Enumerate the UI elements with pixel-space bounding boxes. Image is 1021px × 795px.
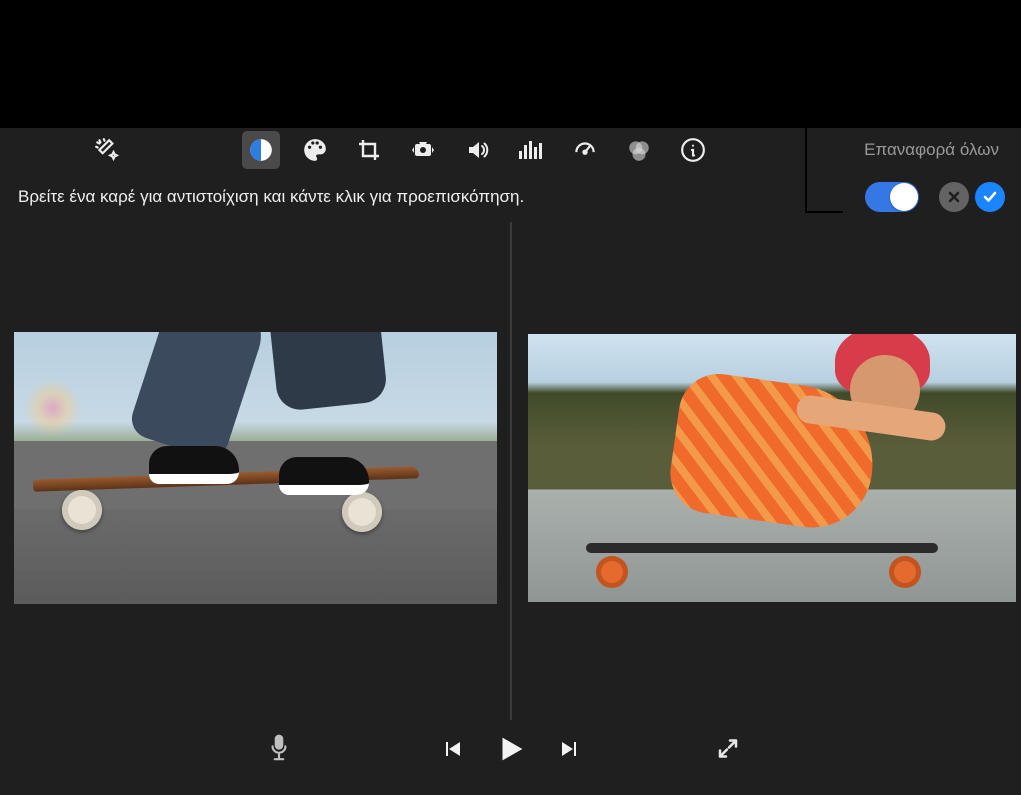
skip-forward-icon	[558, 737, 582, 761]
color-balance-icon	[248, 137, 274, 163]
speed-button[interactable]	[566, 131, 604, 169]
playback-bar	[0, 720, 1021, 782]
preview-split-view	[0, 222, 1021, 720]
confirm-button[interactable]	[975, 182, 1005, 212]
equalizer-icon	[518, 139, 544, 161]
callout-line	[805, 83, 807, 213]
reset-all-button[interactable]: Επαναφορά όλων	[856, 136, 1007, 164]
speed-icon	[572, 137, 598, 163]
preview-right-pane[interactable]	[511, 222, 1021, 720]
filters-icon	[626, 137, 652, 163]
color-balance-button[interactable]	[242, 131, 280, 169]
toolbar-icon-group	[242, 131, 712, 169]
skip-back-icon	[440, 737, 464, 761]
check-icon	[981, 188, 999, 206]
preview-left-pane[interactable]	[0, 222, 511, 720]
magic-wand-button[interactable]	[88, 131, 126, 169]
crop-button[interactable]	[350, 131, 388, 169]
play-button[interactable]	[494, 732, 528, 771]
volume-button[interactable]	[458, 131, 496, 169]
hint-text: Βρείτε ένα καρέ για αντιστοίχιση και κάν…	[18, 187, 524, 207]
volume-icon	[464, 138, 490, 162]
skip-forward-button[interactable]	[558, 737, 582, 766]
equalizer-button[interactable]	[512, 131, 550, 169]
magic-wand-icon	[94, 137, 120, 163]
cancel-button[interactable]	[939, 182, 969, 212]
preview-right-thumbnail	[528, 334, 1017, 602]
filters-button[interactable]	[620, 131, 658, 169]
close-icon	[946, 189, 962, 205]
info-button[interactable]	[674, 131, 712, 169]
crop-icon	[357, 138, 381, 162]
fullscreen-button[interactable]	[716, 737, 740, 766]
adjustments-toolbar: Επαναφορά όλων	[0, 128, 1021, 172]
play-icon	[494, 732, 528, 766]
skip-back-button[interactable]	[440, 737, 464, 766]
color-palette-icon	[302, 137, 328, 163]
toggle-knob	[890, 183, 918, 211]
video-editor-panel: Επαναφορά όλων Βρείτε ένα καρέ για αντισ…	[0, 128, 1021, 795]
match-color-subbar: Βρείτε ένα καρέ για αντιστοίχιση και κάν…	[0, 172, 1021, 222]
stabilize-icon	[410, 138, 436, 162]
fullscreen-icon	[716, 737, 740, 761]
preview-left-thumbnail	[14, 332, 497, 604]
voiceover-button[interactable]	[266, 734, 292, 769]
match-color-toggle[interactable]	[865, 182, 919, 212]
stabilize-button[interactable]	[404, 131, 442, 169]
microphone-icon	[266, 734, 292, 764]
color-palette-button[interactable]	[296, 131, 334, 169]
info-icon	[680, 137, 706, 163]
